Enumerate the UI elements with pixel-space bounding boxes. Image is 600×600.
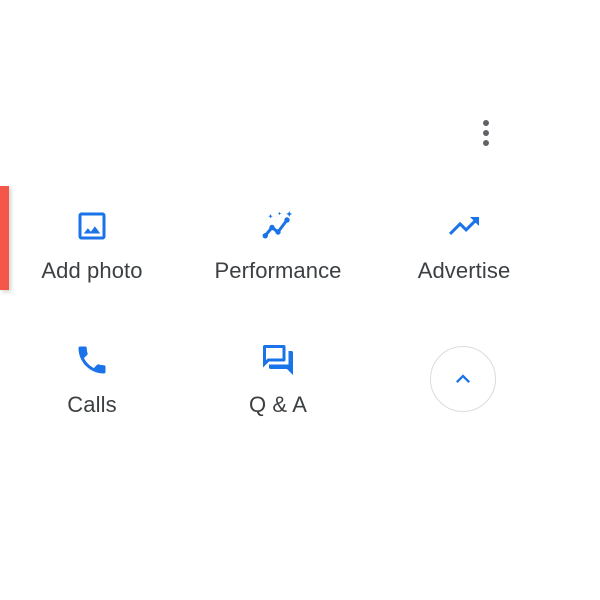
image-icon	[72, 206, 112, 246]
q-and-a-label: Q & A	[249, 392, 307, 417]
calls-label: Calls	[67, 392, 117, 417]
calls-button[interactable]: Calls	[2, 340, 182, 418]
advertise-label: Advertise	[417, 258, 511, 283]
more-vert-icon	[483, 120, 489, 126]
performance-icon	[258, 206, 298, 246]
performance-button[interactable]: Performance	[188, 206, 368, 284]
performance-label: Performance	[214, 258, 342, 283]
chevron-up-icon	[456, 374, 470, 383]
q-and-a-button[interactable]: Q & A	[188, 340, 368, 418]
business-actions-screen: Add photo Performance Advertise Calls Q …	[0, 0, 600, 600]
advertise-button[interactable]: Advertise	[374, 206, 554, 284]
collapse-button[interactable]	[430, 346, 496, 412]
trending-up-icon	[444, 206, 484, 246]
forum-icon	[258, 340, 298, 380]
phone-icon	[72, 340, 112, 380]
add-photo-button[interactable]: Add photo	[2, 206, 182, 284]
add-photo-label: Add photo	[41, 258, 143, 283]
more-options-button[interactable]	[472, 114, 500, 152]
